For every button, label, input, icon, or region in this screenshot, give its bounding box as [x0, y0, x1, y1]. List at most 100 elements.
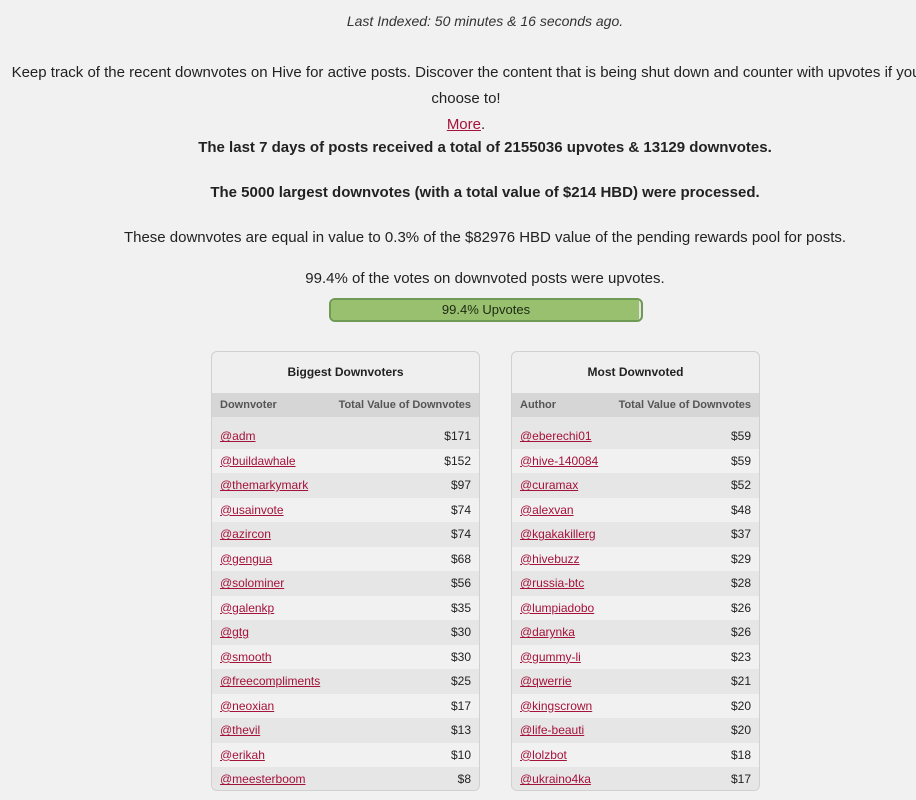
account-cell: @russia-btc: [512, 571, 608, 596]
table-row: @hive-140084 $59: [512, 448, 759, 473]
account-cell: @lumpiadobo: [512, 595, 608, 620]
account-link[interactable]: @erikah: [220, 748, 265, 762]
downvote-value-cell: $13: [329, 718, 479, 743]
downvote-value-cell: $48: [607, 497, 759, 522]
account-link[interactable]: @hivebuzz: [520, 552, 580, 566]
column-header-total-value: Total Value of Downvotes: [607, 393, 759, 417]
table-row: @galenkp $35: [212, 595, 479, 620]
account-cell: @hivebuzz: [512, 546, 608, 571]
votes-summary: The last 7 days of posts received a tota…: [198, 139, 772, 156]
table-spacer-row: [212, 417, 479, 424]
account-cell: @gtg: [212, 620, 330, 645]
account-link[interactable]: @gtg: [220, 625, 249, 639]
upvote-share-text: 99.4% of the votes on downvoted posts we…: [305, 270, 665, 287]
account-cell: @kingscrown: [512, 693, 608, 718]
downvote-value-cell: $10: [329, 742, 479, 767]
account-link[interactable]: @meesterboom: [220, 772, 306, 786]
account-link[interactable]: @kgakakillerg: [520, 527, 596, 541]
account-link[interactable]: @thevil: [220, 723, 260, 737]
table-header-row: Author Total Value of Downvotes: [512, 393, 759, 417]
most-downvoted-table: Author Total Value of Downvotes @eberech…: [512, 393, 759, 790]
account-link[interactable]: @solominer: [220, 576, 284, 590]
downvote-value-cell: $97: [329, 473, 479, 498]
account-link[interactable]: @buildawhale: [220, 454, 296, 468]
intro-paragraph: Keep track of the recent downvotes on Hi…: [0, 60, 916, 138]
account-link[interactable]: @adm: [220, 429, 256, 443]
table-row: @kingscrown $20: [512, 693, 759, 718]
account-link[interactable]: @qwerrie: [520, 674, 572, 688]
table-row: @lumpiadobo $26: [512, 595, 759, 620]
biggest-downvoters-title: Biggest Downvoters: [287, 365, 404, 379]
account-link[interactable]: @themarkymark: [220, 478, 308, 492]
account-link[interactable]: @gummy-li: [520, 650, 581, 664]
account-link[interactable]: @darynka: [520, 625, 575, 639]
intro-text: Keep track of the recent downvotes on Hi…: [11, 64, 916, 107]
table-row: @curamax $52: [512, 473, 759, 498]
downvote-value-cell: $37: [607, 522, 759, 547]
downvote-value-cell: $17: [329, 693, 479, 718]
table-row: @russia-btc $28: [512, 571, 759, 596]
downvote-value-cell: $8: [329, 767, 479, 790]
downvote-value-cell: $171: [329, 424, 479, 449]
biggest-downvoters-rows: @adm $171 @buildawhale $152 @themarkymark $97…: [212, 417, 479, 790]
account-cell: @neoxian: [212, 693, 330, 718]
account-cell: @lolzbot: [512, 742, 608, 767]
account-link[interactable]: @hive-140084: [520, 454, 598, 468]
account-link[interactable]: @life-beauti: [520, 723, 584, 737]
column-header-total-value: Total Value of Downvotes: [329, 393, 479, 417]
account-link[interactable]: @kingscrown: [520, 699, 592, 713]
account-cell: @freecompliments: [212, 669, 330, 694]
downvote-value-cell: $26: [607, 595, 759, 620]
account-link[interactable]: @freecompliments: [220, 674, 320, 688]
downvote-value-cell: $20: [607, 693, 759, 718]
account-link[interactable]: @russia-btc: [520, 576, 584, 590]
table-row: @gtg $30: [212, 620, 479, 645]
account-cell: @eberechi01: [512, 424, 608, 449]
most-downvoted-rows: @eberechi01 $59 @hive-140084 $59 @curamax $52…: [512, 417, 759, 790]
last-indexed-text: Last Indexed: 50 minutes & 16 seconds ag…: [346, 13, 624, 29]
more-suffix: .: [481, 116, 486, 133]
table-row: @gengua $68: [212, 546, 479, 571]
account-link[interactable]: @gengua: [220, 552, 272, 566]
account-link[interactable]: @lumpiadobo: [520, 601, 594, 615]
account-link[interactable]: @ukraino4ka: [520, 772, 591, 786]
downvote-value-cell: $59: [607, 424, 759, 449]
table-row: @kgakakillerg $37: [512, 522, 759, 547]
pool-share-text: These downvotes are equal in value to 0.…: [123, 229, 847, 246]
account-link[interactable]: @alexvan: [520, 503, 574, 517]
most-downvoted-card: Most Downvoted Author Total Value of Dow…: [511, 351, 760, 791]
account-link[interactable]: @smooth: [220, 650, 272, 664]
account-link[interactable]: @lolzbot: [520, 748, 567, 762]
downvote-value-cell: $52: [607, 473, 759, 498]
account-link[interactable]: @neoxian: [220, 699, 274, 713]
downvote-value-cell: $21: [607, 669, 759, 694]
downvote-value-cell: $23: [607, 644, 759, 669]
table-row: @ukraino4ka $17: [512, 767, 759, 790]
account-link[interactable]: @galenkp: [220, 601, 274, 615]
account-cell: @gummy-li: [512, 644, 608, 669]
more-link[interactable]: More: [447, 116, 481, 133]
downvote-value-cell: $26: [607, 620, 759, 645]
account-cell: @meesterboom: [212, 767, 330, 790]
table-row: @smooth $30: [212, 644, 479, 669]
table-row: @alexvan $48: [512, 497, 759, 522]
upvote-progress-bar: 99.4% Upvotes: [329, 298, 643, 322]
account-link[interactable]: @azircon: [220, 527, 271, 541]
downvote-value-cell: $68: [329, 546, 479, 571]
table-row: @themarkymark $97: [212, 473, 479, 498]
most-downvoted-title: Most Downvoted: [587, 365, 684, 379]
account-link[interactable]: @curamax: [520, 478, 578, 492]
table-row: @thevil $13: [212, 718, 479, 743]
table-row: @azircon $74: [212, 522, 479, 547]
account-link[interactable]: @eberechi01: [520, 429, 592, 443]
account-link[interactable]: @usainvote: [220, 503, 284, 517]
table-row: @qwerrie $21: [512, 669, 759, 694]
table-row: @buildawhale $152: [212, 448, 479, 473]
table-row: @neoxian $17: [212, 693, 479, 718]
processed-summary: The 5000 largest downvotes (with a total…: [210, 184, 760, 201]
account-cell: @curamax: [512, 473, 608, 498]
table-header-row: Downvoter Total Value of Downvotes: [212, 393, 479, 417]
table-row: @usainvote $74: [212, 497, 479, 522]
downvote-value-cell: $74: [329, 497, 479, 522]
upvote-progress-label: 99.4% Upvotes: [441, 302, 531, 317]
